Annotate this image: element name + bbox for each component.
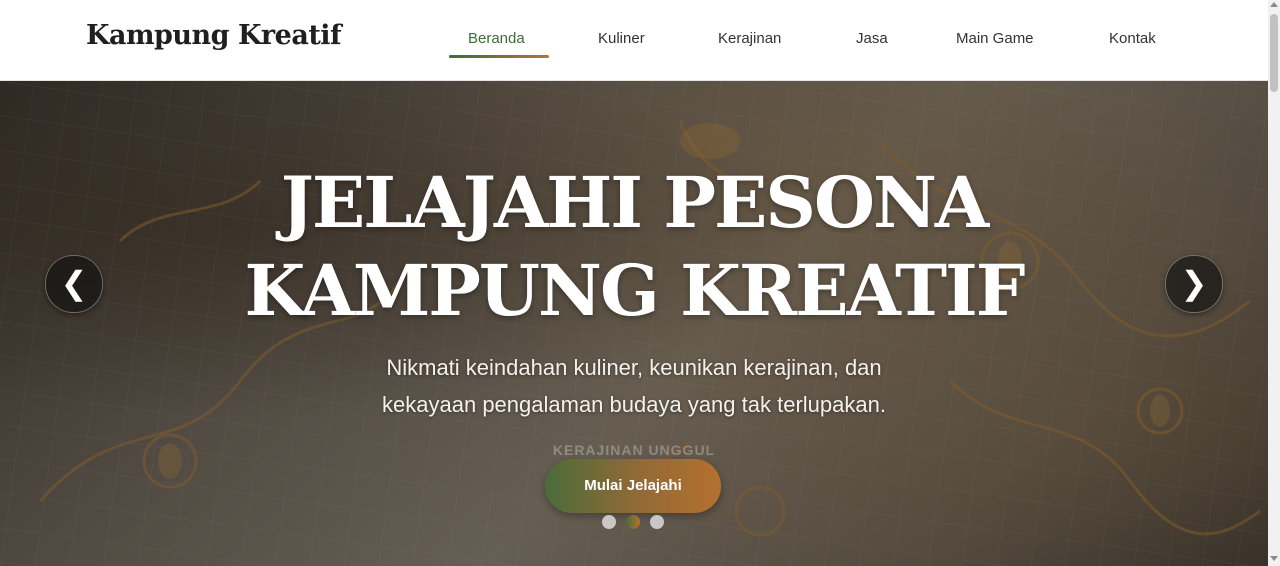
carousel-dot-2[interactable] (626, 515, 640, 529)
nav-item-kuliner[interactable]: Kuliner (598, 30, 645, 47)
hero-subtitle-line-2: kekayaan pengalaman budaya yang tak terl… (382, 392, 886, 417)
hero-subtitle: Nikmati keindahan kuliner, keunikan kera… (0, 349, 1268, 423)
nav-active-underline (449, 55, 549, 58)
hero-title: JELAJAHI PESONA KAMPUNG KREATIF (0, 159, 1268, 335)
scrollbar-thumb[interactable] (1270, 14, 1278, 92)
hero-title-line-2: KAMPUNG KREATIF (244, 249, 1026, 332)
page-scrollbar[interactable] (1268, 0, 1280, 566)
chevron-right-icon: ❯ (1180, 265, 1208, 301)
hero-subtitle-line-1: Nikmati keindahan kuliner, keunikan kera… (386, 355, 882, 380)
chevron-left-icon: ❮ (60, 265, 88, 301)
carousel-dot-1[interactable] (602, 515, 616, 529)
carousel-dot-3[interactable] (650, 515, 664, 529)
nav-item-kerajinan[interactable]: Kerajinan (718, 30, 781, 47)
nav-item-kontak[interactable]: Kontak (1109, 30, 1156, 47)
mulai-jelajahi-button[interactable]: Mulai Jelajahi (545, 459, 721, 513)
nav-item-jasa[interactable]: Jasa (856, 30, 888, 47)
nav-item-main-game[interactable]: Main Game (956, 30, 1034, 47)
scroll-down-arrow-icon[interactable] (1270, 556, 1278, 561)
hero-title-line-1: JELAJAHI PESONA (280, 161, 990, 244)
carousel-prev-button[interactable]: ❮ (45, 255, 103, 313)
site-header: Kampung Kreatif Beranda Kuliner Kerajina… (0, 0, 1268, 81)
hero-carousel: JELAJAHI PESONA KAMPUNG KREATIF Nikmati … (0, 81, 1268, 566)
slide-category-tag: KERAJINAN UNGGUL (552, 442, 716, 458)
carousel-next-button[interactable]: ❯ (1165, 255, 1223, 313)
nav-item-beranda[interactable]: Beranda (468, 30, 525, 47)
main-nav: Beranda Kuliner Kerajinan Jasa Main Game… (0, 0, 1268, 80)
scroll-up-arrow-icon[interactable] (1270, 2, 1278, 7)
